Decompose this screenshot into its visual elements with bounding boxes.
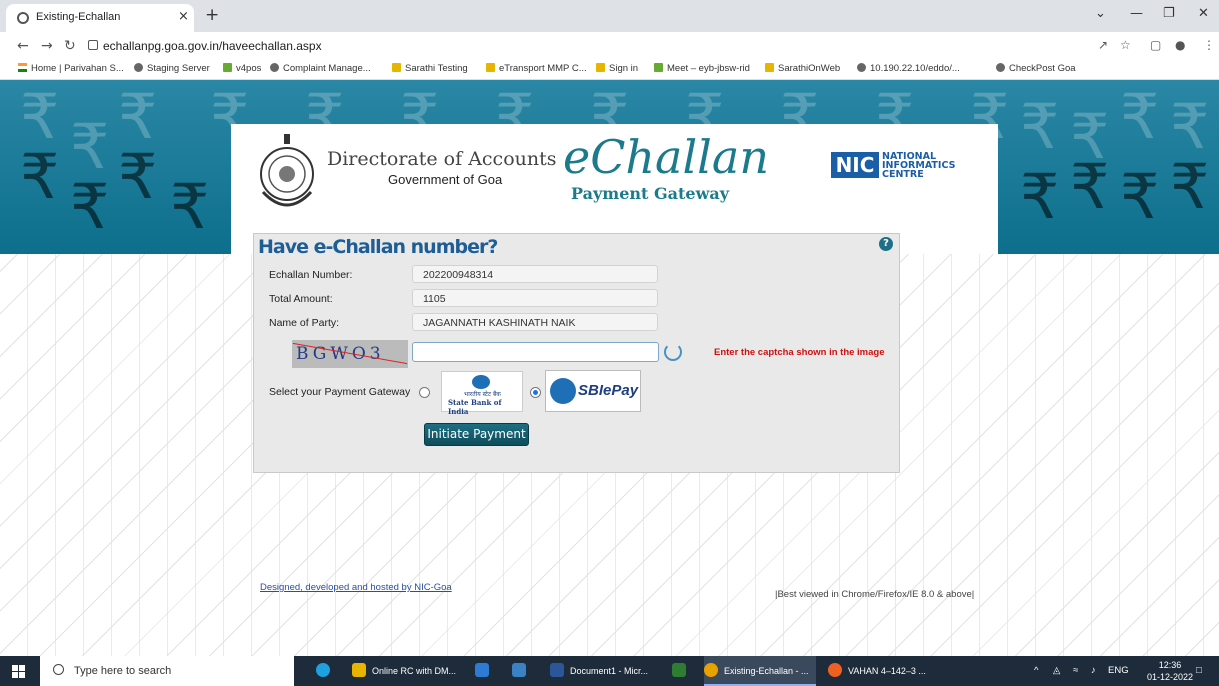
gateway-label: Select your Payment Gateway — [269, 386, 411, 398]
bookmark-item[interactable]: SarathiOnWeb — [765, 63, 840, 74]
new-tab-button[interactable]: + — [205, 5, 219, 25]
taskbar-item[interactable]: VAHAN 4–142–3 ... — [828, 656, 926, 686]
total-amount-label: Total Amount: — [269, 293, 333, 305]
windows-start-icon[interactable] — [12, 665, 25, 678]
nic-logo: NIC — [831, 152, 879, 178]
mail-icon[interactable] — [512, 656, 532, 686]
tab-title: Existing-Echallan — [36, 11, 121, 23]
globe-icon — [996, 63, 1005, 72]
edge-icon[interactable] — [316, 656, 336, 686]
echallan-number-field[interactable]: 202200948314 — [412, 265, 658, 283]
back-icon[interactable]: ← — [17, 38, 29, 54]
share-icon[interactable]: ↗ — [1098, 38, 1108, 52]
sign-in-icon — [596, 63, 605, 72]
sarathi-icon — [765, 63, 774, 72]
network-icon[interactable]: ◬ — [1053, 665, 1060, 676]
url-text: echallanpg.goa.gov.in/haveechallan.aspx — [103, 39, 322, 53]
captcha-hint: Enter the captcha shown in the image — [714, 347, 885, 358]
taskbar: Type here to search Online RC with DM...… — [0, 656, 1219, 686]
store-icon[interactable] — [475, 656, 495, 686]
form-title: Have e-Challan number? — [258, 236, 498, 258]
goa-emblem-icon — [260, 134, 314, 207]
bookmark-item[interactable]: Home | Parivahan S... — [18, 63, 124, 74]
minimize-icon[interactable]: — — [1130, 6, 1143, 21]
bookmark-item[interactable]: Meet – eyb-jbsw-rid — [654, 63, 750, 74]
page-body: ₹ ₹ ₹ ₹ ₹ ₹ ₹ ₹ ₹ ₹ ₹ ₹ ₹ ₹ ₹ ₹ ₹ ₹ ₹ ₹ … — [0, 80, 1219, 656]
tab-existing-echallan[interactable]: Existing-Echallan × — [6, 4, 194, 32]
govt-name: Government of Goa — [388, 172, 503, 187]
search-icon — [53, 664, 64, 675]
app-subtitle: Payment Gateway — [571, 184, 730, 203]
sidepanel-icon[interactable]: ▢ — [1150, 38, 1161, 52]
help-icon[interactable]: ? — [879, 237, 893, 251]
captcha-image: BGWO3 — [292, 340, 408, 368]
forward-icon[interactable]: → — [41, 38, 53, 54]
sbi-logo-icon — [472, 375, 490, 389]
sbiepay-gateway-option[interactable]: SBIePay — [545, 370, 641, 412]
clock[interactable]: 12:36 01-12-2022 — [1147, 659, 1193, 683]
bookmark-item[interactable]: Complaint Manage... — [270, 63, 371, 74]
taskbar-item[interactable]: Online RC with DM... — [352, 656, 456, 686]
bookmark-item[interactable]: Sign in — [596, 63, 638, 74]
meet-icon — [654, 63, 663, 72]
v4pos-icon — [223, 63, 232, 72]
star-icon[interactable]: ☆ — [1120, 38, 1131, 52]
party-name-field[interactable]: JAGANNATH KASHINATH NAIK — [412, 313, 658, 331]
menu-icon[interactable]: ⋮ — [1203, 38, 1215, 52]
profile-icon[interactable]: ● — [1175, 38, 1185, 52]
sarathi-icon — [392, 63, 401, 72]
address-bar: ← → ↻ echallanpg.goa.gov.in/haveechallan… — [0, 32, 1219, 60]
volume-icon[interactable]: ♪ — [1091, 665, 1096, 676]
etransport-icon — [486, 63, 495, 72]
captcha-input[interactable] — [412, 342, 659, 362]
bookmark-item[interactable]: eTransport MMP C... — [486, 63, 587, 74]
bookmark-item[interactable]: Staging Server — [134, 63, 210, 74]
tray-chevron-icon[interactable]: ^ — [1034, 665, 1038, 676]
bookmark-item[interactable]: Sarathi Testing — [392, 63, 468, 74]
bookmarks-bar: Home | Parivahan S... Staging Server v4p… — [0, 60, 1219, 80]
reload-icon[interactable]: ↻ — [64, 38, 76, 54]
dept-name: Directorate of Accounts — [327, 148, 557, 170]
sbi-radio[interactable] — [419, 387, 430, 398]
tab-search-icon[interactable]: ⌄ — [1095, 6, 1106, 21]
tab-close-icon[interactable]: × — [178, 9, 189, 24]
lock-icon — [88, 40, 98, 50]
app-logo-text: eChallan — [563, 130, 769, 184]
app-icon[interactable] — [672, 656, 692, 686]
sbi-logo-icon — [550, 378, 576, 404]
sbi-gateway-option[interactable]: भारतीय स्टेट बैंक State Bank of India — [441, 371, 523, 416]
wifi-icon[interactable]: ≈ — [1073, 665, 1078, 676]
taskbar-item[interactable]: Document1 - Micr... — [550, 656, 648, 686]
globe-icon — [270, 63, 279, 72]
notification-icon[interactable]: □ — [1196, 665, 1202, 676]
india-flag-icon — [18, 63, 27, 72]
taskbar-search[interactable]: Type here to search — [40, 656, 294, 686]
footer-browser-note: |Best viewed in Chrome/Firefox/IE 8.0 & … — [775, 589, 975, 600]
bookmark-item[interactable]: 10.190.22.10/eddo/... — [857, 63, 960, 74]
echallan-form: Have e-Challan number? ? Echallan Number… — [253, 233, 900, 473]
tab-strip: Existing-Echallan × + ⌄ — ❐ ✕ — [0, 0, 1219, 32]
url-field[interactable]: echallanpg.goa.gov.in/haveechallan.aspx — [88, 35, 1148, 57]
taskbar-item-active[interactable]: Existing-Echallan - ... — [704, 656, 816, 686]
globe-icon — [17, 12, 29, 24]
restore-icon[interactable]: ❐ — [1163, 6, 1175, 21]
total-amount-field[interactable]: 1105 — [412, 289, 658, 307]
sbiepay-radio[interactable] — [530, 387, 541, 398]
window-close-icon[interactable]: ✕ — [1198, 6, 1209, 21]
party-name-label: Name of Party: — [269, 317, 340, 329]
bookmark-item[interactable]: CheckPost Goa — [996, 63, 1076, 74]
bookmark-item[interactable]: v4pos — [223, 63, 261, 74]
initiate-payment-button[interactable]: Initiate Payment — [424, 423, 529, 446]
globe-icon — [134, 63, 143, 72]
refresh-captcha-icon[interactable] — [664, 343, 682, 361]
footer-credit-link[interactable]: Designed, developed and hosted by NIC-Go… — [260, 582, 452, 593]
language-indicator[interactable]: ENG — [1108, 665, 1129, 676]
nic-name: NATIONAL INFORMATICS CENTRE — [882, 151, 956, 180]
echallan-number-label: Echallan Number: — [269, 269, 353, 281]
globe-icon — [857, 63, 866, 72]
